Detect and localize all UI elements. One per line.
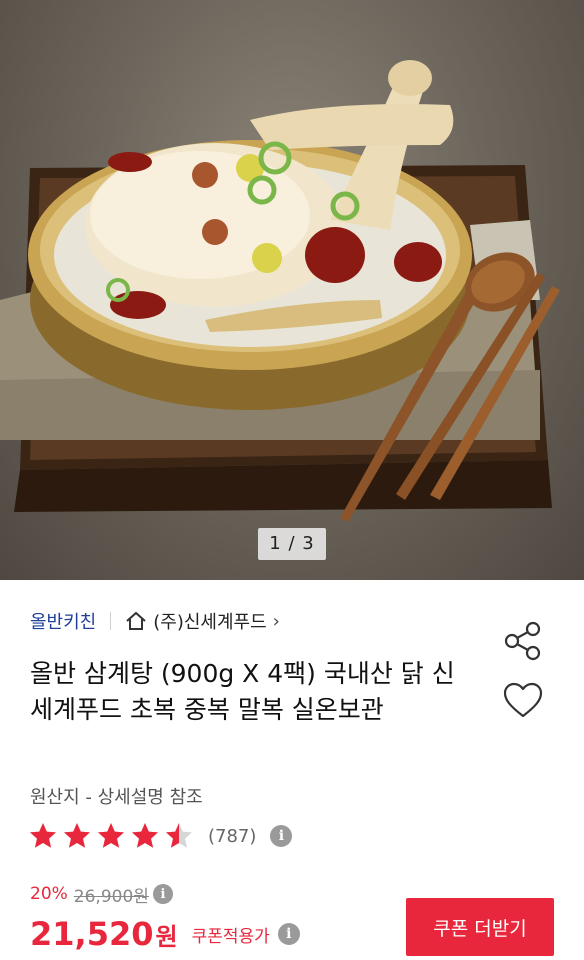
currency-label: 원 <box>155 922 178 951</box>
star-icon <box>132 823 158 848</box>
star-icon <box>98 823 124 848</box>
star-icon <box>166 823 192 848</box>
star-rating <box>28 821 198 851</box>
product-image-carousel[interactable]: 1 / 3 <box>0 0 584 580</box>
star-icon <box>30 823 56 848</box>
info-icon[interactable]: i <box>152 884 173 904</box>
home-icon <box>126 611 146 630</box>
coupon-more-button[interactable]: 쿠폰 더받기 <box>406 898 554 956</box>
divider <box>110 612 112 630</box>
image-pager: 1 / 3 <box>258 528 326 560</box>
discount-row: 20% 26,900원 i <box>30 882 173 907</box>
heart-icon[interactable] <box>502 682 544 720</box>
seller-link[interactable]: (주)신세계푸드 <box>153 608 266 634</box>
brand-link[interactable]: 올반키친 <box>30 608 96 634</box>
sale-price-row: 21,520 원 쿠폰적용가 i <box>30 914 300 954</box>
original-price: 26,900원 <box>73 886 149 907</box>
product-photo <box>0 60 560 522</box>
review-count[interactable]: (787) <box>208 826 256 847</box>
discount-rate: 20% <box>30 884 68 904</box>
star-icon <box>64 823 90 848</box>
brand-row: 올반키친 (주)신세계푸드 › <box>30 607 280 635</box>
info-icon[interactable]: i <box>277 923 300 945</box>
chevron-right-icon[interactable]: › <box>273 611 280 632</box>
product-title: 올반 삼계탕 (900g X 4팩) 국내산 닭 신세계푸드 초복 중복 말복 … <box>30 659 455 724</box>
product-info: 올반키친 (주)신세계푸드 › 올반 삼계탕 (900g X 4팩) 국내산 닭… <box>0 580 584 960</box>
rating-row[interactable]: (787) i <box>28 820 293 852</box>
sale-price: 21,520 <box>30 915 154 953</box>
share-icon[interactable] <box>502 620 544 662</box>
coupon-price-label: 쿠폰적용가 <box>191 926 270 947</box>
info-icon[interactable]: i <box>270 825 293 847</box>
origin-info: 원산지 - 상세설명 참조 <box>30 787 203 808</box>
